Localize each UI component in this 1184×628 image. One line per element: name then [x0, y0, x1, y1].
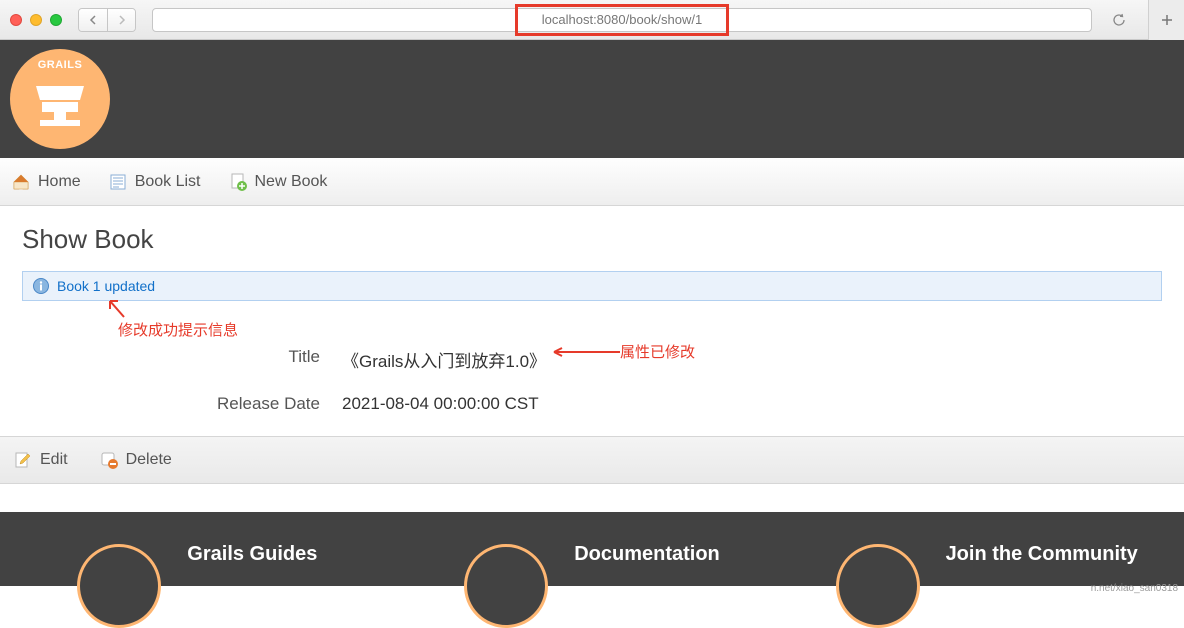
forward-button[interactable]	[107, 9, 135, 31]
property-row-release-date: Release Date 2021-08-04 00:00:00 CST	[22, 394, 1162, 414]
nav-bar: Home Book List New Book	[0, 158, 1184, 206]
annotation-attr-changed: 属性已修改	[620, 341, 695, 362]
footer-col-docs[interactable]: Documentation	[395, 512, 790, 596]
url-bar[interactable]: localhost:8080/book/show/1	[152, 8, 1092, 32]
nav-new-book[interactable]: New Book	[229, 173, 328, 191]
page-title: Show Book	[22, 224, 1162, 255]
browser-chrome: localhost:8080/book/show/1	[0, 0, 1184, 40]
browser-nav-buttons	[78, 8, 136, 32]
edit-button-label: Edit	[40, 451, 68, 469]
minimize-window-button[interactable]	[30, 14, 42, 26]
delete-icon	[100, 451, 118, 469]
property-value-release-date: 2021-08-04 00:00:00 CST	[342, 394, 539, 414]
list-icon	[109, 173, 127, 191]
footer-circle-icon	[77, 544, 161, 628]
close-window-button[interactable]	[10, 14, 22, 26]
flash-message-text: Book 1 updated	[57, 278, 155, 294]
edit-icon	[14, 451, 32, 469]
home-icon	[12, 173, 30, 191]
edit-button[interactable]: Edit	[14, 451, 68, 469]
url-text: localhost:8080/book/show/1	[542, 12, 702, 27]
footer-circle-icon	[464, 544, 548, 628]
nav-home-label: Home	[38, 173, 81, 191]
grails-logo[interactable]	[10, 49, 110, 149]
nav-home[interactable]: Home	[12, 173, 81, 191]
window-controls	[10, 14, 62, 26]
footer-community-label: Join the Community	[946, 543, 1138, 566]
nav-new-book-label: New Book	[255, 173, 328, 191]
footer-col-community[interactable]: Join the Community n.net/xiao_san0318	[789, 512, 1184, 596]
back-button[interactable]	[79, 9, 107, 31]
nav-book-list-label: Book List	[135, 173, 201, 191]
footer-col-guides[interactable]: Grails Guides	[0, 512, 395, 596]
annotation-success-hint-text: 修改成功提示信息	[118, 322, 238, 339]
app-header	[0, 40, 1184, 158]
new-icon	[229, 173, 247, 191]
property-value-title: 《Grails从入门到放弃1.0》	[342, 347, 546, 372]
footer-docs-label: Documentation	[574, 543, 720, 566]
delete-button[interactable]: Delete	[100, 451, 172, 469]
footer: Grails Guides Documentation Join the Com…	[0, 512, 1184, 586]
info-icon	[33, 278, 49, 294]
nav-book-list[interactable]: Book List	[109, 173, 201, 191]
content-area: Show Book Book 1 updated 修改成功提示信息 属性已修改 …	[0, 206, 1184, 414]
maximize-window-button[interactable]	[50, 14, 62, 26]
watermark-text: n.net/xiao_san0318	[1091, 583, 1178, 594]
property-label-title: Title	[22, 347, 342, 372]
annotation-success-hint: 修改成功提示信息	[118, 319, 238, 340]
footer-guides-label: Grails Guides	[187, 543, 317, 566]
new-tab-button[interactable]	[1148, 0, 1184, 40]
reload-button[interactable]	[1108, 9, 1130, 31]
footer-circle-icon	[836, 544, 920, 628]
action-bar: Edit Delete	[0, 436, 1184, 484]
property-label-release-date: Release Date	[22, 394, 342, 414]
delete-button-label: Delete	[126, 451, 172, 469]
annotation-attr-changed-text: 属性已修改	[620, 344, 695, 361]
flash-message: Book 1 updated	[22, 271, 1162, 301]
